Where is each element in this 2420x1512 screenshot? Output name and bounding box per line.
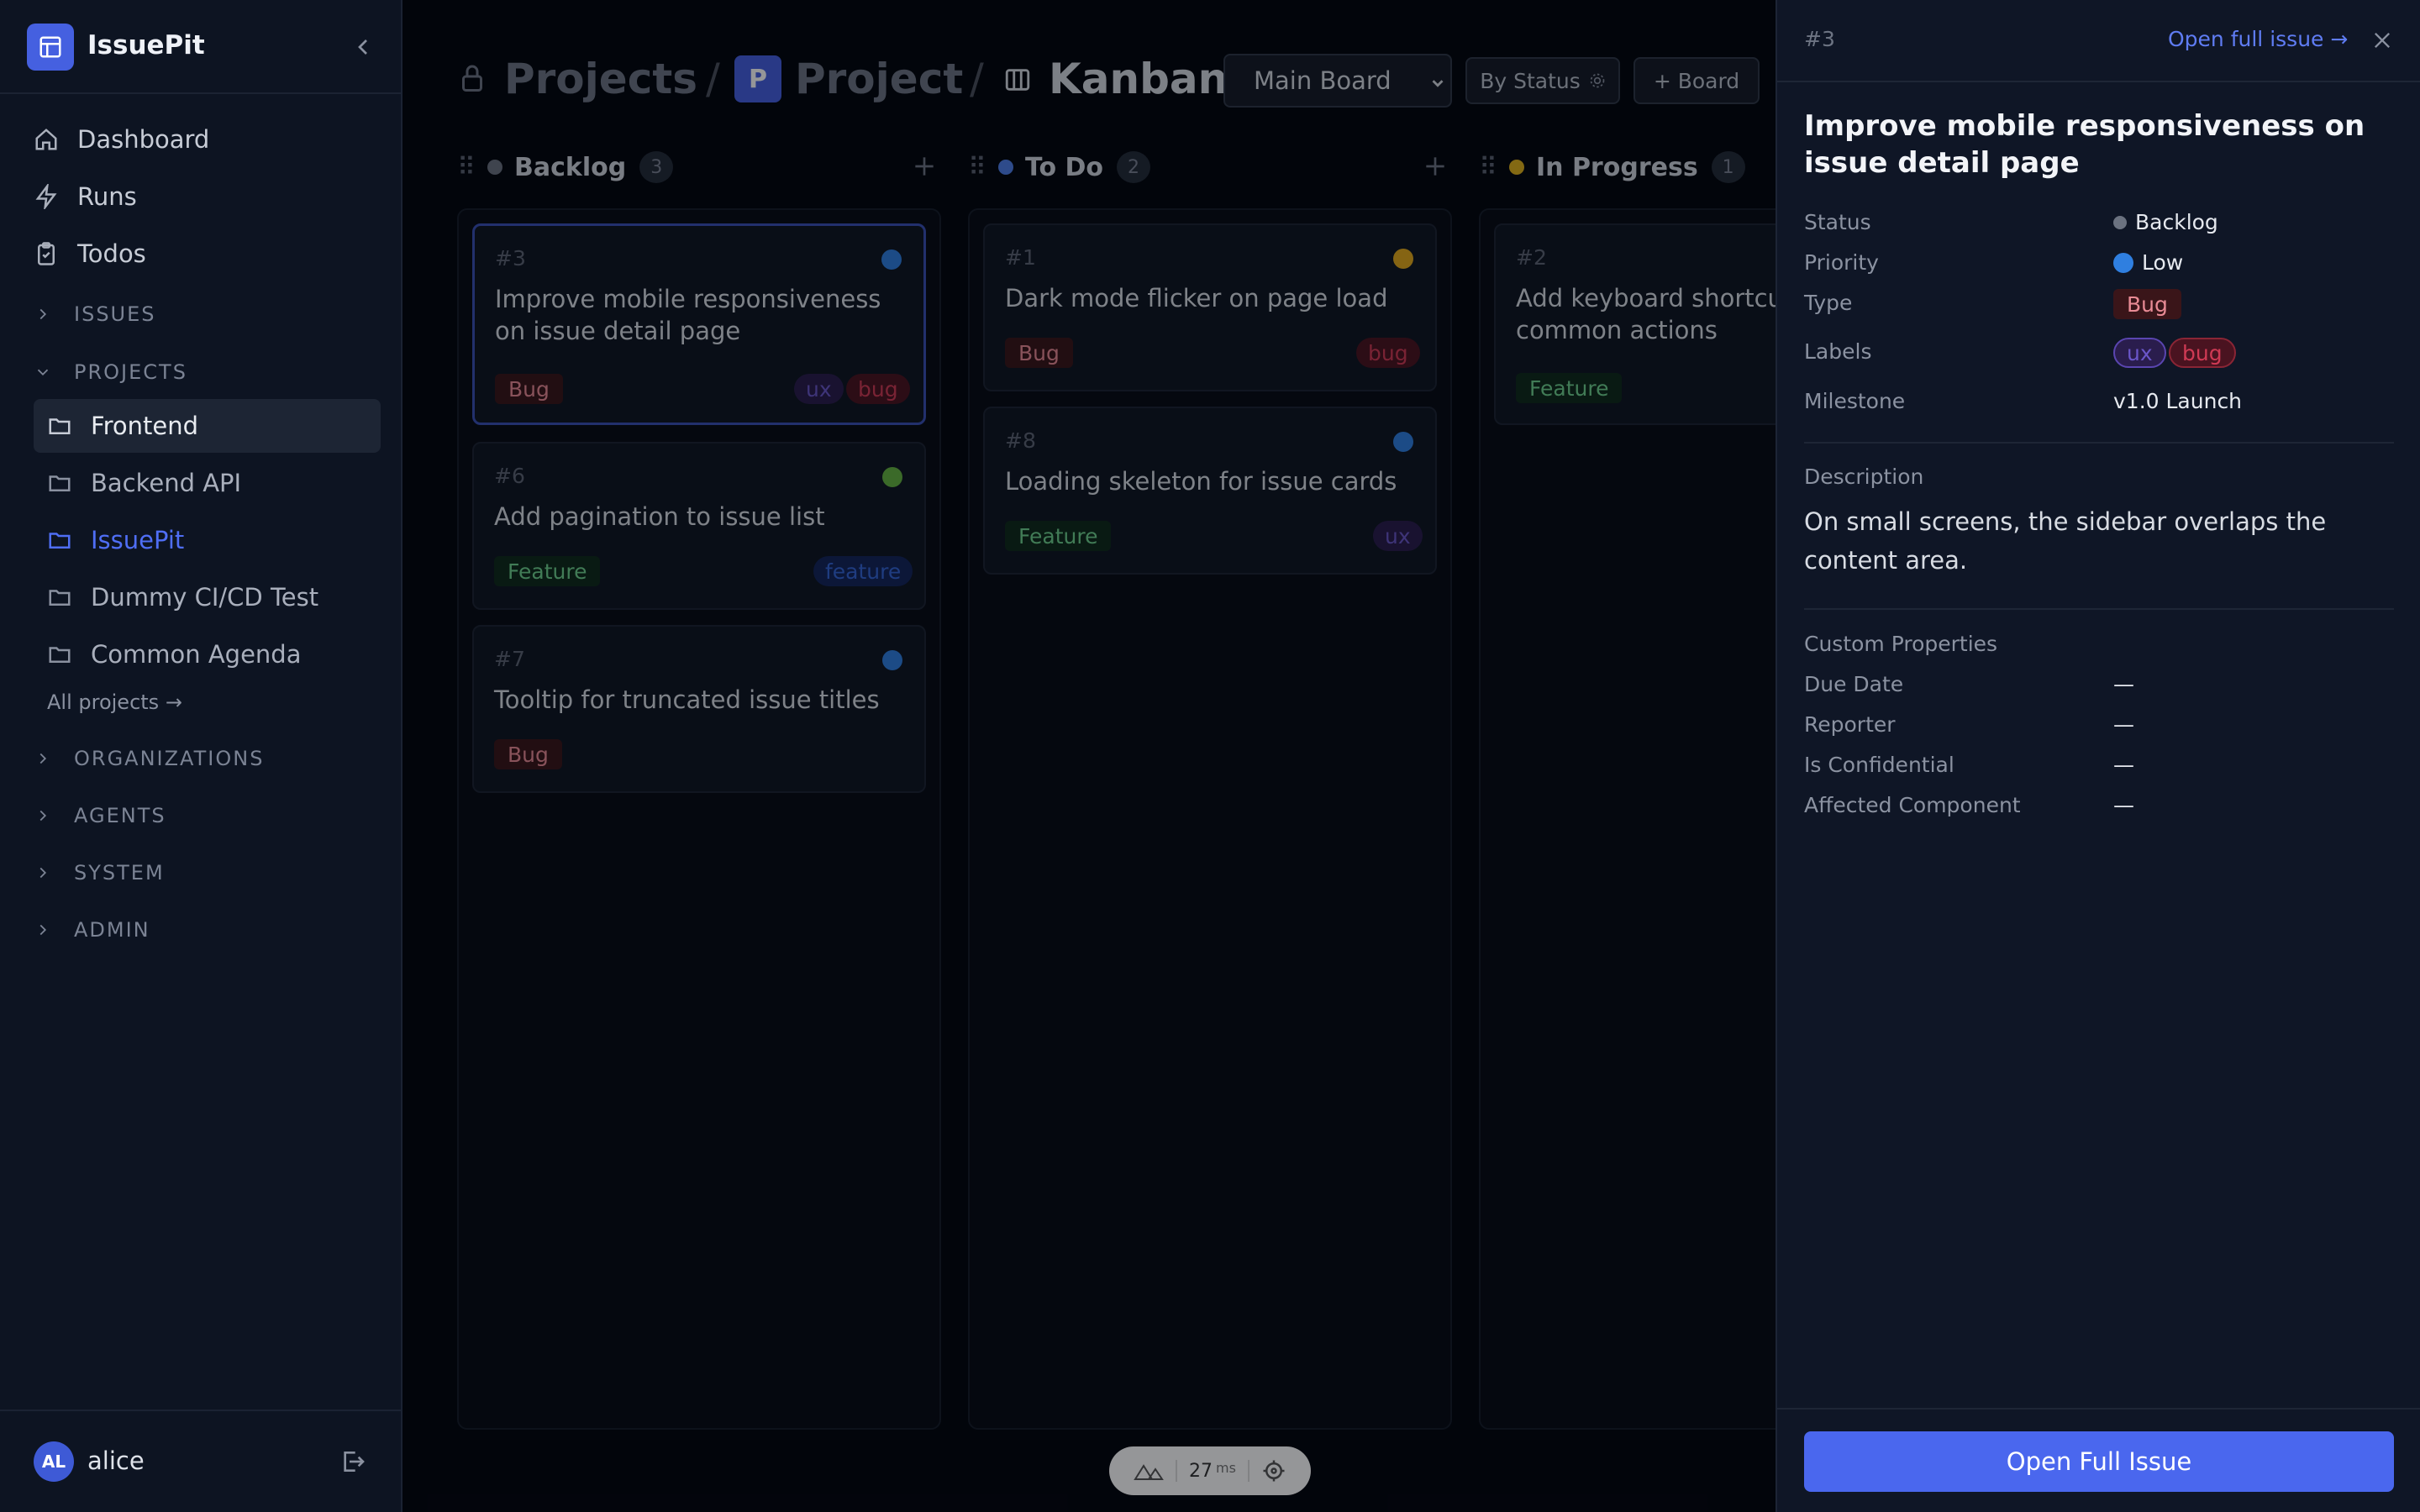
status-value[interactable]: Backlog (2113, 210, 2218, 234)
custom-prop-name: Due Date (1804, 672, 1904, 696)
user-name: alice (87, 1446, 145, 1475)
folder-icon (49, 475, 71, 491)
app-name: IssuePit (87, 30, 205, 60)
custom-prop-name: Affected Component (1804, 793, 2021, 817)
milestone-label: Milestone (1804, 389, 1906, 413)
labels-label: Labels (1804, 339, 1872, 364)
nav-todos[interactable]: Todos (34, 233, 146, 275)
project-label: Backend API (91, 469, 242, 497)
section-organizations[interactable]: ORGANIZATIONS (34, 742, 264, 775)
folder-icon (49, 418, 71, 434)
clipboard-icon (38, 242, 55, 265)
status-dot (2113, 215, 2127, 229)
custom-prop-value[interactable]: — (2113, 712, 2134, 737)
nav-todos-label: Todos (77, 239, 146, 268)
custom-properties-label: Custom Properties (1804, 632, 1998, 656)
custom-prop-name: Reporter (1804, 712, 1896, 737)
label-pill[interactable]: bug (2169, 338, 2236, 368)
custom-prop-value[interactable]: — (2113, 793, 2134, 817)
panel-title: Improve mobile responsiveness on issue d… (1804, 109, 2365, 180)
type-badge[interactable]: Bug (2113, 289, 2181, 319)
sidebar: IssuePit Dashboard Runs Todos ISSUES PRO… (0, 0, 402, 1512)
project-label: Frontend (91, 412, 198, 440)
chevron-right-icon (39, 867, 47, 879)
nav-runs[interactable]: Runs (34, 176, 137, 218)
custom-prop-value[interactable]: — (2113, 672, 2134, 696)
chevron-right-icon (39, 308, 47, 320)
divider (0, 92, 402, 94)
section-admin[interactable]: ADMIN (34, 913, 150, 947)
avatar[interactable]: AL (34, 1441, 74, 1482)
logout-icon[interactable] (339, 1448, 366, 1475)
folder-icon (49, 533, 71, 549)
section-issues-label: ISSUES (74, 302, 156, 326)
section-organizations-label: ORGANIZATIONS (74, 747, 265, 770)
custom-prop-name: Is Confidential (1804, 753, 1954, 777)
status-text: Backlog (2135, 210, 2218, 234)
nav-dashboard[interactable]: Dashboard (34, 118, 209, 160)
description-text: On small screens, the sidebar overlaps t… (1804, 507, 2327, 575)
section-projects[interactable]: PROJECTS (34, 355, 187, 389)
milestone-value[interactable]: v1.0 Launch (2113, 389, 2242, 413)
nav-dashboard-label: Dashboard (77, 125, 210, 154)
divider (0, 1410, 402, 1411)
section-system-label: SYSTEM (74, 861, 165, 885)
chevron-right-icon (39, 924, 47, 936)
panel-issue-number: #3 (1804, 27, 1835, 51)
project-item-backend-api[interactable]: Backend API (34, 456, 381, 510)
divider (1777, 1408, 2420, 1410)
modal-backdrop[interactable] (402, 0, 1776, 1512)
divider (1804, 442, 2394, 444)
nav-runs-label: Runs (77, 182, 137, 211)
project-item-common-agenda[interactable]: Common Agenda (34, 627, 381, 681)
project-item-frontend[interactable]: Frontend (34, 399, 381, 453)
issue-detail-panel: #3 Open full issue → Improve mobile resp… (1776, 0, 2420, 1512)
priority-icon (2113, 252, 2133, 273)
label-pill[interactable]: ux (2113, 338, 2166, 368)
custom-prop-value[interactable]: — (2113, 753, 2134, 777)
home-icon (35, 129, 57, 150)
section-issues[interactable]: ISSUES (34, 297, 156, 331)
open-full-issue-link[interactable]: Open full issue → (2168, 27, 2348, 51)
project-label: Dummy CI/CD Test (91, 583, 319, 612)
project-item-issuepit[interactable]: IssuePit (34, 513, 381, 567)
section-projects-label: PROJECTS (74, 360, 187, 384)
divider (1777, 81, 2420, 82)
divider (1804, 608, 2394, 610)
collapse-sidebar-icon[interactable] (350, 34, 376, 60)
project-label: Common Agenda (91, 640, 302, 669)
chevron-down-icon (37, 369, 49, 376)
status-label: Status (1804, 210, 1871, 234)
app-logo-icon[interactable] (27, 24, 74, 71)
bolt-icon (35, 184, 57, 209)
type-label: Type (1804, 291, 1853, 315)
chevron-right-icon (39, 753, 47, 764)
section-agents-label: AGENTS (74, 804, 166, 827)
project-item-dummy-cicd[interactable]: Dummy CI/CD Test (34, 570, 381, 624)
chevron-right-icon (39, 810, 47, 822)
project-label: IssuePit (91, 526, 185, 554)
folder-icon (49, 647, 71, 663)
section-agents[interactable]: AGENTS (34, 799, 166, 832)
open-full-issue-button[interactable]: Open Full Issue (1804, 1431, 2394, 1492)
folder-icon (49, 590, 71, 606)
priority-text: Low (2142, 250, 2184, 275)
section-system[interactable]: SYSTEM (34, 856, 165, 890)
all-projects-link[interactable]: All projects → (47, 690, 182, 714)
priority-value[interactable]: Low (2113, 250, 2183, 275)
close-icon[interactable] (2370, 29, 2394, 52)
section-admin-label: ADMIN (74, 918, 150, 942)
priority-label: Priority (1804, 250, 1879, 275)
description-label: Description (1804, 465, 1924, 489)
